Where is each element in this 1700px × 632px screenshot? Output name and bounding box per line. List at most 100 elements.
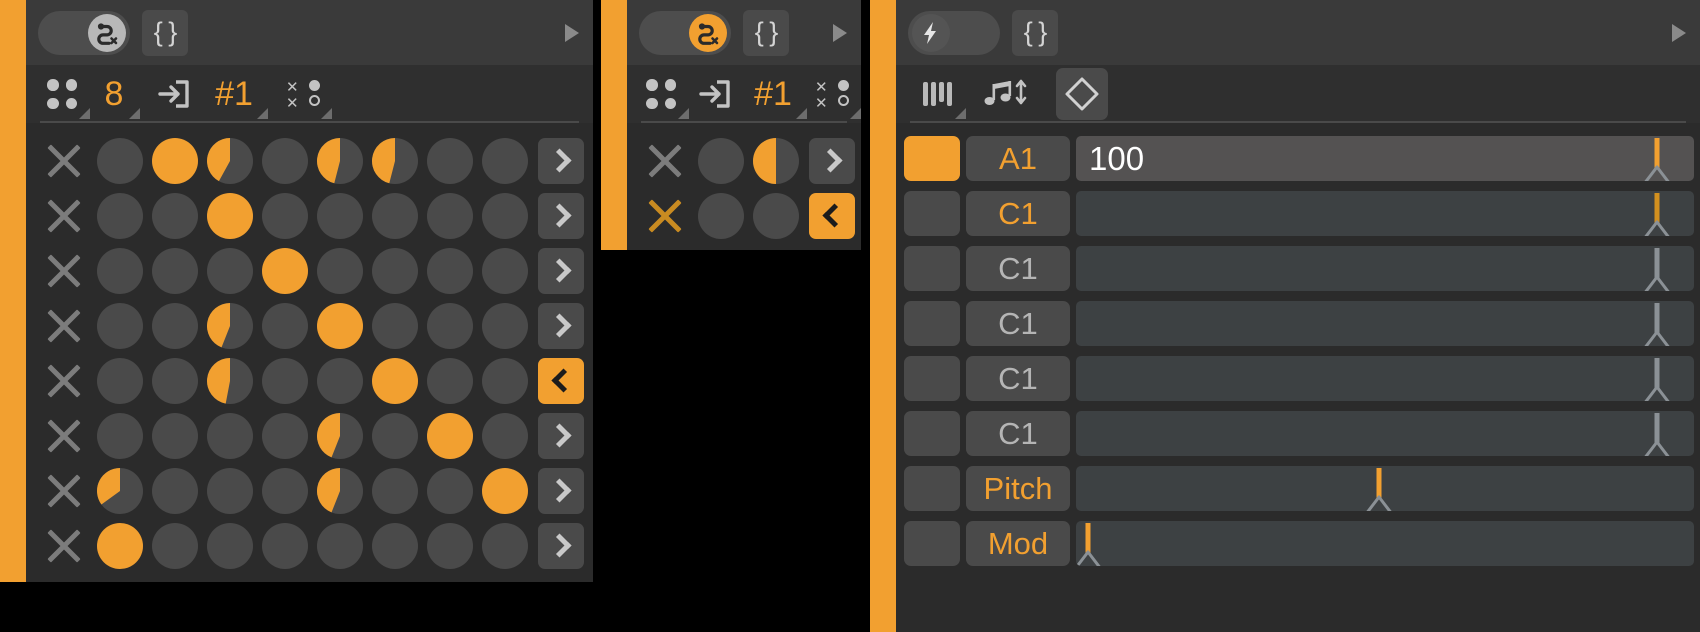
step-cell[interactable] <box>422 412 477 459</box>
slider-handle[interactable] <box>1361 468 1397 511</box>
note-name-button[interactable]: C1 <box>966 356 1070 401</box>
note-name-button[interactable]: C1 <box>966 301 1070 346</box>
step-cell[interactable] <box>92 412 147 459</box>
step-cell[interactable] <box>147 522 202 569</box>
step-cell[interactable] <box>477 357 532 404</box>
piano-keys-icon[interactable] <box>914 71 966 119</box>
lightning-toggle[interactable] <box>908 10 1000 55</box>
value-slider[interactable] <box>1076 521 1694 566</box>
note-color-swatch[interactable] <box>904 521 960 566</box>
step-cell[interactable] <box>147 247 202 294</box>
step-cell[interactable] <box>422 467 477 514</box>
note-color-swatch[interactable] <box>904 136 960 181</box>
step-cell[interactable] <box>202 467 257 514</box>
step-cell[interactable] <box>147 302 202 349</box>
slider-handle[interactable] <box>1639 413 1675 456</box>
step-cell[interactable] <box>367 192 422 239</box>
step-cell[interactable] <box>147 357 202 404</box>
row-clear-button[interactable] <box>637 144 693 178</box>
slider-handle[interactable] <box>1639 193 1675 236</box>
value-slider[interactable] <box>1076 411 1694 456</box>
brace-button[interactable]: { } <box>142 9 188 56</box>
step-cell[interactable] <box>202 302 257 349</box>
note-name-button[interactable]: Pitch <box>966 466 1070 511</box>
enter-box-icon[interactable] <box>150 71 196 117</box>
step-cell[interactable] <box>422 357 477 404</box>
step-cell[interactable] <box>92 137 147 184</box>
row-end-next-button[interactable] <box>538 192 584 239</box>
step-cell[interactable] <box>312 302 367 349</box>
row-end-next-button[interactable] <box>809 137 855 184</box>
step-cell[interactable] <box>367 412 422 459</box>
step-cell[interactable] <box>422 302 477 349</box>
step-cell[interactable] <box>257 412 312 459</box>
step-cell[interactable] <box>257 192 312 239</box>
step-cell[interactable] <box>312 192 367 239</box>
brace-button[interactable]: { } <box>1012 9 1058 56</box>
value-slider[interactable] <box>1076 466 1694 511</box>
value-slider[interactable]: 100 <box>1076 136 1694 181</box>
step-cell[interactable] <box>202 247 257 294</box>
enter-box-icon[interactable] <box>691 71 737 117</box>
row-clear-button[interactable] <box>36 199 92 233</box>
step-cell[interactable] <box>202 357 257 404</box>
step-cell[interactable] <box>257 357 312 404</box>
step-cell[interactable] <box>367 247 422 294</box>
slider-handle[interactable] <box>1639 303 1675 346</box>
row-clear-button[interactable] <box>36 419 92 453</box>
play-triangle-icon[interactable] <box>1672 23 1686 42</box>
step-cell[interactable] <box>312 467 367 514</box>
note-color-swatch[interactable] <box>904 246 960 291</box>
step-cell[interactable] <box>367 357 422 404</box>
randomize-icon[interactable]: ✕ ✕ <box>809 71 861 119</box>
note-name-button[interactable]: C1 <box>966 411 1070 456</box>
step-cell[interactable] <box>477 412 532 459</box>
step-cell[interactable] <box>312 357 367 404</box>
step-cell[interactable] <box>257 467 312 514</box>
snake-toggle[interactable] <box>38 10 130 55</box>
step-cell[interactable] <box>477 467 532 514</box>
play-triangle-icon[interactable] <box>565 23 579 42</box>
step-cell[interactable] <box>693 137 748 184</box>
step-cell[interactable] <box>92 192 147 239</box>
four-dots-icon[interactable] <box>40 71 90 119</box>
step-cell[interactable] <box>312 412 367 459</box>
slider-handle[interactable] <box>1076 523 1106 566</box>
play-triangle-icon[interactable] <box>833 23 847 42</box>
note-color-swatch[interactable] <box>904 411 960 456</box>
step-cell[interactable] <box>92 522 147 569</box>
step-cell[interactable] <box>477 192 532 239</box>
step-cell[interactable] <box>92 467 147 514</box>
row-clear-button[interactable] <box>36 364 92 398</box>
step-cell[interactable] <box>367 137 422 184</box>
note-updown-icon[interactable] <box>974 71 1042 117</box>
step-cell[interactable] <box>147 412 202 459</box>
note-name-button[interactable]: Mod <box>966 521 1070 566</box>
step-cell[interactable] <box>312 247 367 294</box>
row-clear-button[interactable] <box>637 199 693 233</box>
note-name-button[interactable]: C1 <box>966 191 1070 236</box>
value-slider[interactable] <box>1076 191 1694 236</box>
row-clear-button[interactable] <box>36 144 92 178</box>
step-cell[interactable] <box>477 137 532 184</box>
slider-handle[interactable] <box>1639 248 1675 291</box>
step-cell[interactable] <box>422 247 477 294</box>
note-color-swatch[interactable] <box>904 356 960 401</box>
row-clear-button[interactable] <box>36 254 92 288</box>
row-end-next-button[interactable] <box>538 467 584 514</box>
step-cell[interactable] <box>257 247 312 294</box>
note-name-button[interactable]: A1 <box>966 136 1070 181</box>
step-cell[interactable] <box>312 137 367 184</box>
row-clear-button[interactable] <box>36 309 92 343</box>
row-clear-button[interactable] <box>36 529 92 563</box>
row-end-next-button[interactable] <box>538 247 584 294</box>
step-cell[interactable] <box>257 137 312 184</box>
step-cell[interactable] <box>422 522 477 569</box>
step-cell[interactable] <box>693 192 748 239</box>
step-cell[interactable] <box>147 467 202 514</box>
step-cell[interactable] <box>748 192 803 239</box>
row-end-next-button[interactable] <box>538 522 584 569</box>
row-end-next-button[interactable] <box>538 137 584 184</box>
step-cell[interactable] <box>477 302 532 349</box>
row-end-prev-button[interactable] <box>809 192 855 239</box>
